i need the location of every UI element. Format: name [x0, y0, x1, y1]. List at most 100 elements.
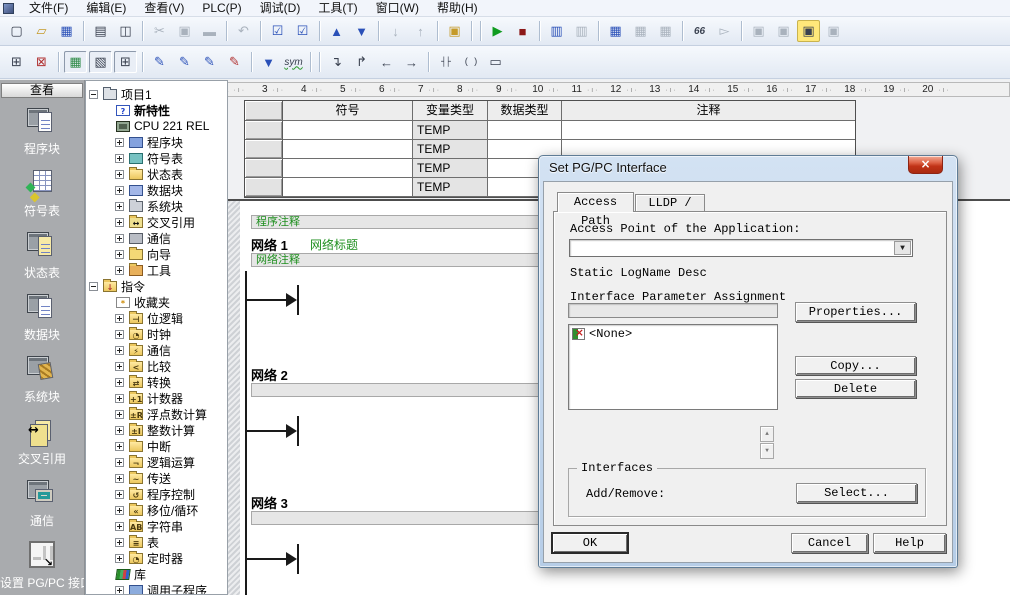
ok-button[interactable]: OK — [552, 533, 628, 553]
tree-item[interactable]: « 移位/循环 — [86, 502, 227, 518]
tree-item[interactable]: ↺ 程序控制 — [86, 486, 227, 502]
tree-item[interactable]: ~ 传送 — [86, 470, 227, 486]
nav-bar-item[interactable]: 交叉引用 — [0, 414, 84, 476]
line-down-icon[interactable]: ↴ — [325, 51, 348, 73]
cut-icon[interactable]: ✂ — [148, 20, 171, 42]
nav-bar-item[interactable]: 程序块 — [0, 104, 84, 166]
tree-item[interactable]: 通信 — [86, 230, 227, 246]
insert-network-icon[interactable]: ⊞ — [5, 51, 28, 73]
tree-item[interactable]: +1 计数器 — [86, 390, 227, 406]
expander-icon[interactable] — [115, 410, 124, 419]
help-button[interactable]: Help — [873, 533, 946, 553]
tree-item[interactable]: 系统块 — [86, 198, 227, 214]
password-lock-icon[interactable]: ▣ — [797, 20, 820, 42]
expander-icon[interactable] — [115, 394, 124, 403]
tree-item[interactable]: ±R 浮点数计算 — [86, 406, 227, 422]
table-corner-cell[interactable] — [245, 101, 283, 121]
expander-icon[interactable] — [115, 474, 124, 483]
properties-button[interactable]: Properties... — [795, 302, 916, 322]
tab-lldp-dcp[interactable]: LLDP / DCP — [635, 194, 705, 212]
column-header-comment[interactable]: 注释 — [562, 101, 855, 121]
tree-item[interactable]: 中断 — [86, 438, 227, 454]
run-icon[interactable]: ▶ — [486, 20, 509, 42]
expander-icon[interactable] — [115, 522, 124, 531]
compile-icon[interactable]: ☑ — [266, 20, 289, 42]
lock-up-icon[interactable]: ▣ — [822, 20, 845, 42]
view-symbol-addressing-icon[interactable]: ▧ — [89, 51, 112, 73]
ladder-contact-icon[interactable]: ┤├ — [434, 51, 457, 73]
var-type-cell[interactable]: TEMP — [413, 121, 488, 140]
save-project-icon[interactable]: ▦ — [55, 20, 78, 42]
expander-icon[interactable] — [115, 490, 124, 499]
tree-item[interactable]: ◔ 定时器 — [86, 550, 227, 566]
undo-icon[interactable]: ↶ — [232, 20, 255, 42]
expander-icon[interactable] — [115, 250, 124, 259]
tree-item[interactable]: ↔ 交叉引用 — [86, 214, 227, 230]
row-header-cell[interactable] — [245, 178, 283, 197]
copy-icon[interactable]: ▣ — [173, 20, 196, 42]
ladder-coil-icon[interactable]: ( ) — [459, 51, 482, 73]
print-icon[interactable]: ▤ — [89, 20, 112, 42]
menu-item[interactable]: 窗口(W) — [367, 0, 428, 17]
bookmark-next-icon[interactable]: ✎ — [173, 51, 196, 73]
menu-item[interactable]: 文件(F) — [20, 0, 77, 17]
menu-item[interactable]: PLC(P) — [193, 0, 250, 17]
open-project-icon[interactable]: ▱ — [30, 20, 53, 42]
program-monitor-pause-icon[interactable]: ▥ — [570, 20, 593, 42]
expander-icon[interactable] — [115, 506, 124, 515]
var-type-cell[interactable]: TEMP — [413, 178, 488, 197]
var-type-cell[interactable]: TEMP — [413, 159, 488, 178]
new-file-icon[interactable]: ▢ — [5, 20, 28, 42]
tree-item[interactable]: ¬ 逻辑运算 — [86, 454, 227, 470]
symbol-cell[interactable] — [283, 121, 413, 140]
network-1-title[interactable]: 网络标题 — [310, 236, 358, 253]
tree-item[interactable]: ? 新特性 — [86, 102, 227, 118]
ladder-cursor-arrow-icon[interactable] — [286, 424, 297, 438]
tree-item[interactable]: 项目1 — [86, 86, 227, 102]
data-type-cell[interactable] — [488, 121, 562, 140]
tree-item[interactable]: ⚡ 通信 — [86, 342, 227, 358]
expander-icon[interactable] — [115, 170, 124, 179]
tree-item[interactable]: ±I 整数计算 — [86, 422, 227, 438]
menu-item[interactable]: 查看(V) — [135, 0, 193, 17]
tree-item[interactable]: 数据块 — [86, 182, 227, 198]
menu-item[interactable]: 调试(D) — [251, 0, 310, 17]
bookmark-toggle-icon[interactable]: ✎ — [148, 51, 171, 73]
nav-bar-item[interactable]: 符号表 — [0, 166, 84, 228]
tree-item[interactable]: AB 字符串 — [86, 518, 227, 534]
lock-icon[interactable]: ▣ — [747, 20, 770, 42]
symbol-cell[interactable] — [283, 159, 413, 178]
tree-item[interactable]: 库 — [86, 566, 227, 582]
cancel-button[interactable]: Cancel — [791, 533, 868, 553]
nav-bar-item[interactable]: 系统块 — [0, 352, 84, 414]
expander-icon[interactable] — [115, 538, 124, 547]
ladder-cursor-arrow-icon[interactable] — [286, 293, 297, 307]
tree-item[interactable]: ◔ 时钟 — [86, 326, 227, 342]
ipa-field[interactable] — [568, 303, 778, 318]
chart-status-single-icon[interactable]: ▦ — [629, 20, 652, 42]
symbol-cell[interactable] — [283, 140, 413, 159]
unlock-icon[interactable]: ▣ — [772, 20, 795, 42]
symbol-info-toggle-icon[interactable]: sym — [282, 51, 305, 73]
expander-icon[interactable] — [115, 202, 124, 211]
program-monitor-icon[interactable]: ▥ — [545, 20, 568, 42]
expander-icon[interactable] — [115, 378, 124, 387]
chevron-down-icon[interactable]: ▼ — [894, 241, 911, 255]
expander-icon[interactable] — [115, 362, 124, 371]
column-header-var-type[interactable]: 变量类型 — [413, 101, 488, 121]
tree-item[interactable]: * 收藏夹 — [86, 294, 227, 310]
sort-ascending-icon[interactable]: ↓ — [384, 20, 407, 42]
delete-button[interactable]: Delete — [795, 379, 916, 398]
options-window-icon[interactable]: ▣ — [443, 20, 466, 42]
column-header-data-type[interactable]: 数据类型 — [488, 101, 562, 121]
nav-bar-item[interactable]: 通信 — [0, 476, 84, 538]
tree-item[interactable]: 状态表 — [86, 166, 227, 182]
expander-icon[interactable] — [115, 346, 124, 355]
expander-icon[interactable] — [115, 266, 124, 275]
menu-item[interactable]: 编辑(E) — [77, 0, 135, 17]
select-button[interactable]: Select... — [796, 483, 917, 503]
tree-item[interactable]: 工具 — [86, 262, 227, 278]
tree-item[interactable]: ↓ 指令 — [86, 278, 227, 294]
download-icon[interactable]: ▼ — [350, 20, 373, 42]
ladder-cursor-arrow-icon[interactable] — [286, 552, 297, 566]
